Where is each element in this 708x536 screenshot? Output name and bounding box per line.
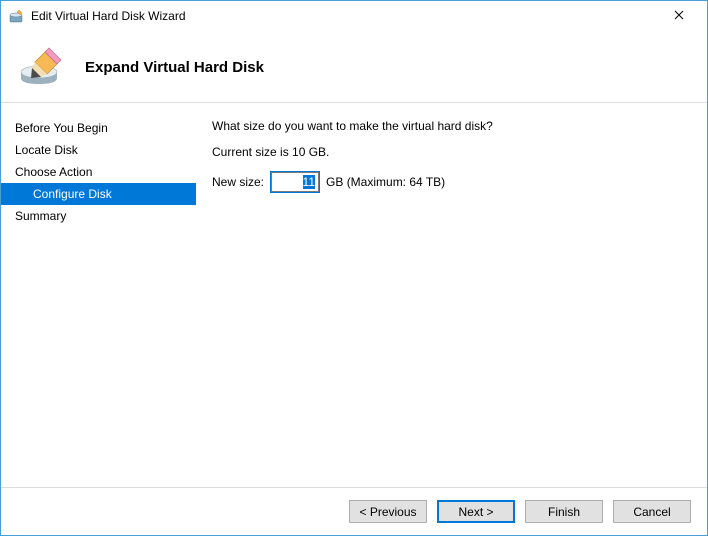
next-button[interactable]: Next > xyxy=(437,500,515,523)
close-button[interactable] xyxy=(656,2,701,30)
wizard-body: Before You Begin Locate Disk Choose Acti… xyxy=(1,103,707,487)
sidebar-item-summary[interactable]: Summary xyxy=(1,205,196,227)
sidebar-item-choose-action[interactable]: Choose Action xyxy=(1,161,196,183)
previous-button[interactable]: < Previous xyxy=(349,500,427,523)
app-icon xyxy=(9,8,25,24)
sidebar-item-label: Before You Begin xyxy=(15,121,108,135)
close-icon xyxy=(674,9,684,23)
sidebar-item-before-you-begin[interactable]: Before You Begin xyxy=(1,117,196,139)
window-title: Edit Virtual Hard Disk Wizard xyxy=(31,9,656,23)
wizard-content: What size do you want to make the virtua… xyxy=(196,103,707,487)
current-size-text: Current size is 10 GB. xyxy=(212,145,687,159)
cancel-button[interactable]: Cancel xyxy=(613,500,691,523)
question-text: What size do you want to make the virtua… xyxy=(212,119,687,133)
sidebar-item-label: Locate Disk xyxy=(15,143,78,157)
sidebar-item-label: Summary xyxy=(15,209,66,223)
sidebar-item-label: Configure Disk xyxy=(33,187,112,201)
unit-max-text: GB (Maximum: 64 TB) xyxy=(326,175,445,189)
new-size-input[interactable] xyxy=(271,172,319,192)
wizard-footer: < Previous Next > Finish Cancel xyxy=(1,487,707,535)
new-size-row: New size: GB (Maximum: 64 TB) xyxy=(212,171,687,193)
sidebar-item-locate-disk[interactable]: Locate Disk xyxy=(1,139,196,161)
wizard-sidebar: Before You Begin Locate Disk Choose Acti… xyxy=(1,103,196,487)
wizard-header: Expand Virtual Hard Disk xyxy=(1,31,707,103)
titlebar: Edit Virtual Hard Disk Wizard xyxy=(1,1,707,31)
wizard-window: Edit Virtual Hard Disk Wizard Expand Vir… xyxy=(0,0,708,536)
disk-edit-icon xyxy=(17,44,65,92)
new-size-label: New size: xyxy=(212,175,264,189)
finish-button[interactable]: Finish xyxy=(525,500,603,523)
sidebar-item-label: Choose Action xyxy=(15,165,92,179)
sidebar-item-configure-disk[interactable]: Configure Disk xyxy=(1,183,196,205)
wizard-step-title: Expand Virtual Hard Disk xyxy=(85,59,264,76)
size-input-wrapper xyxy=(270,171,320,193)
